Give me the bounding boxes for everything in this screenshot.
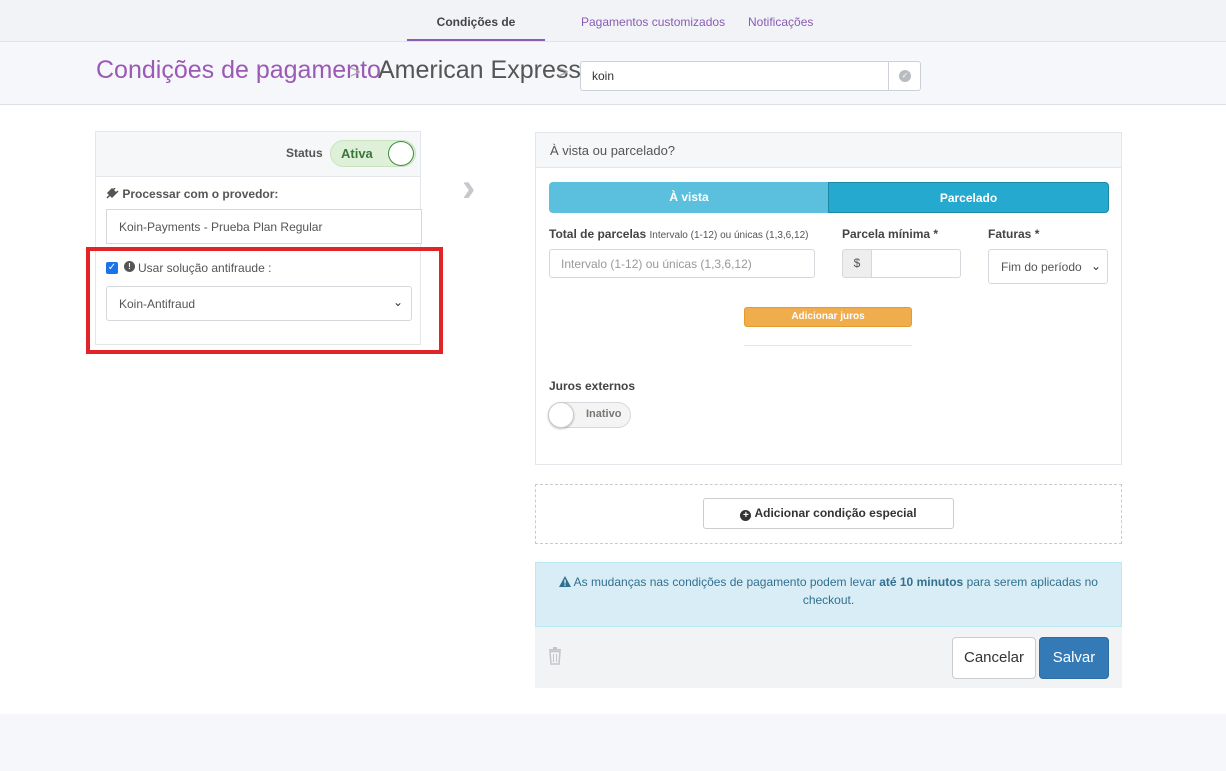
warning-icon — [559, 576, 571, 587]
highlight-box — [86, 247, 443, 354]
payment-type-panel: À vista ou parcelado? À vista Parcelado … — [535, 132, 1122, 465]
currency-addon: $ — [842, 249, 872, 278]
panel-header: À vista ou parcelado? — [536, 133, 1121, 168]
total-parcelas-label: Total de parcelas Intervalo (1-12) ou ún… — [549, 227, 808, 241]
toggle-knob — [548, 402, 574, 428]
cancel-button[interactable]: Cancelar — [952, 637, 1036, 679]
action-bar: Cancelar Salvar — [535, 627, 1122, 688]
panel-title: À vista ou parcelado? — [550, 143, 676, 158]
parcela-minima-label-text: Parcela mínima — [842, 227, 931, 241]
status-label: Status — [286, 146, 323, 160]
provider-label-text: Processar com o provedor: — [122, 187, 279, 201]
chevron-right-icon: > — [558, 62, 569, 82]
alert-text-before: As mudanças nas condições de pagamento p… — [573, 575, 880, 589]
divider — [744, 345, 912, 346]
total-parcelas-input[interactable]: Intervalo (1-12) ou únicas (1,3,6,12) — [549, 249, 815, 278]
search-input[interactable] — [580, 61, 889, 91]
page-footer-background — [0, 714, 1226, 771]
parcela-minima-input[interactable] — [872, 249, 961, 278]
juros-externos-toggle-label: Inativo — [586, 408, 622, 420]
top-nav: Condições de pagamento Pagamentos custom… — [0, 0, 1226, 73]
juros-externos-toggle[interactable]: Inativo — [548, 402, 631, 428]
provider-field[interactable]: Koin-Payments - Prueba Plan Regular — [106, 209, 422, 244]
faturas-label: Faturas * — [988, 227, 1039, 241]
chevron-right-icon: > — [350, 62, 361, 82]
faturas-select[interactable]: Fim do período ⌄ — [988, 249, 1108, 284]
total-parcelas-hint: Intervalo (1-12) ou únicas (1,3,6,12) — [649, 230, 809, 241]
chevron-down-icon: ⌄ — [1090, 259, 1101, 273]
tab-pagamentos-customizados[interactable]: Pagamentos customizados — [581, 0, 725, 42]
check-circle-icon: ✓ — [899, 70, 911, 82]
status-row: Status Ativa — [96, 132, 420, 177]
faturas-select-value: Fim do período — [1001, 260, 1082, 274]
add-special-condition-button[interactable]: + Adicionar condição especial — [703, 498, 954, 529]
segment-parcelado[interactable]: Parcelado — [828, 182, 1109, 213]
required-marker: * — [933, 227, 939, 241]
status-toggle-label: Ativa — [341, 146, 373, 161]
page-header: Condições de pagamento > American Expres… — [0, 42, 1226, 105]
status-toggle[interactable]: Ativa — [330, 140, 416, 167]
info-alert: As mudanças nas condições de pagamento p… — [535, 562, 1122, 627]
tab-condicoes-de-pagamento[interactable]: Condições de pagamento — [407, 0, 545, 73]
alert-text-bold: até 10 minutos — [879, 575, 964, 589]
add-special-condition-label: Adicionar condição especial — [754, 506, 917, 520]
toggle-knob — [388, 141, 414, 166]
special-condition-area: + Adicionar condição especial — [535, 484, 1122, 544]
faturas-label-text: Faturas — [988, 227, 1032, 241]
chevron-right-icon: › — [462, 166, 476, 210]
required-marker: * — [1034, 227, 1040, 241]
total-parcelas-label-text: Total de parcelas — [549, 227, 647, 241]
tab-notificacoes[interactable]: Notificações — [748, 0, 813, 42]
plus-circle-icon: + — [740, 510, 752, 521]
provider-label: Processar com o provedor: — [106, 187, 278, 201]
segment-a-vista[interactable]: À vista — [549, 182, 829, 213]
juros-externos-label: Juros externos — [549, 379, 636, 393]
add-juros-button[interactable]: Adicionar juros — [744, 307, 912, 327]
save-button[interactable]: Salvar — [1039, 637, 1109, 679]
breadcrumb-root[interactable]: Condições de pagamento — [96, 56, 381, 85]
breadcrumb-current: American Express — [378, 56, 581, 84]
search-confirm-button[interactable]: ✓ — [888, 61, 921, 91]
trash-icon[interactable] — [548, 647, 562, 665]
parcela-minima-label: Parcela mínima * — [842, 227, 938, 241]
plug-icon — [106, 187, 119, 199]
